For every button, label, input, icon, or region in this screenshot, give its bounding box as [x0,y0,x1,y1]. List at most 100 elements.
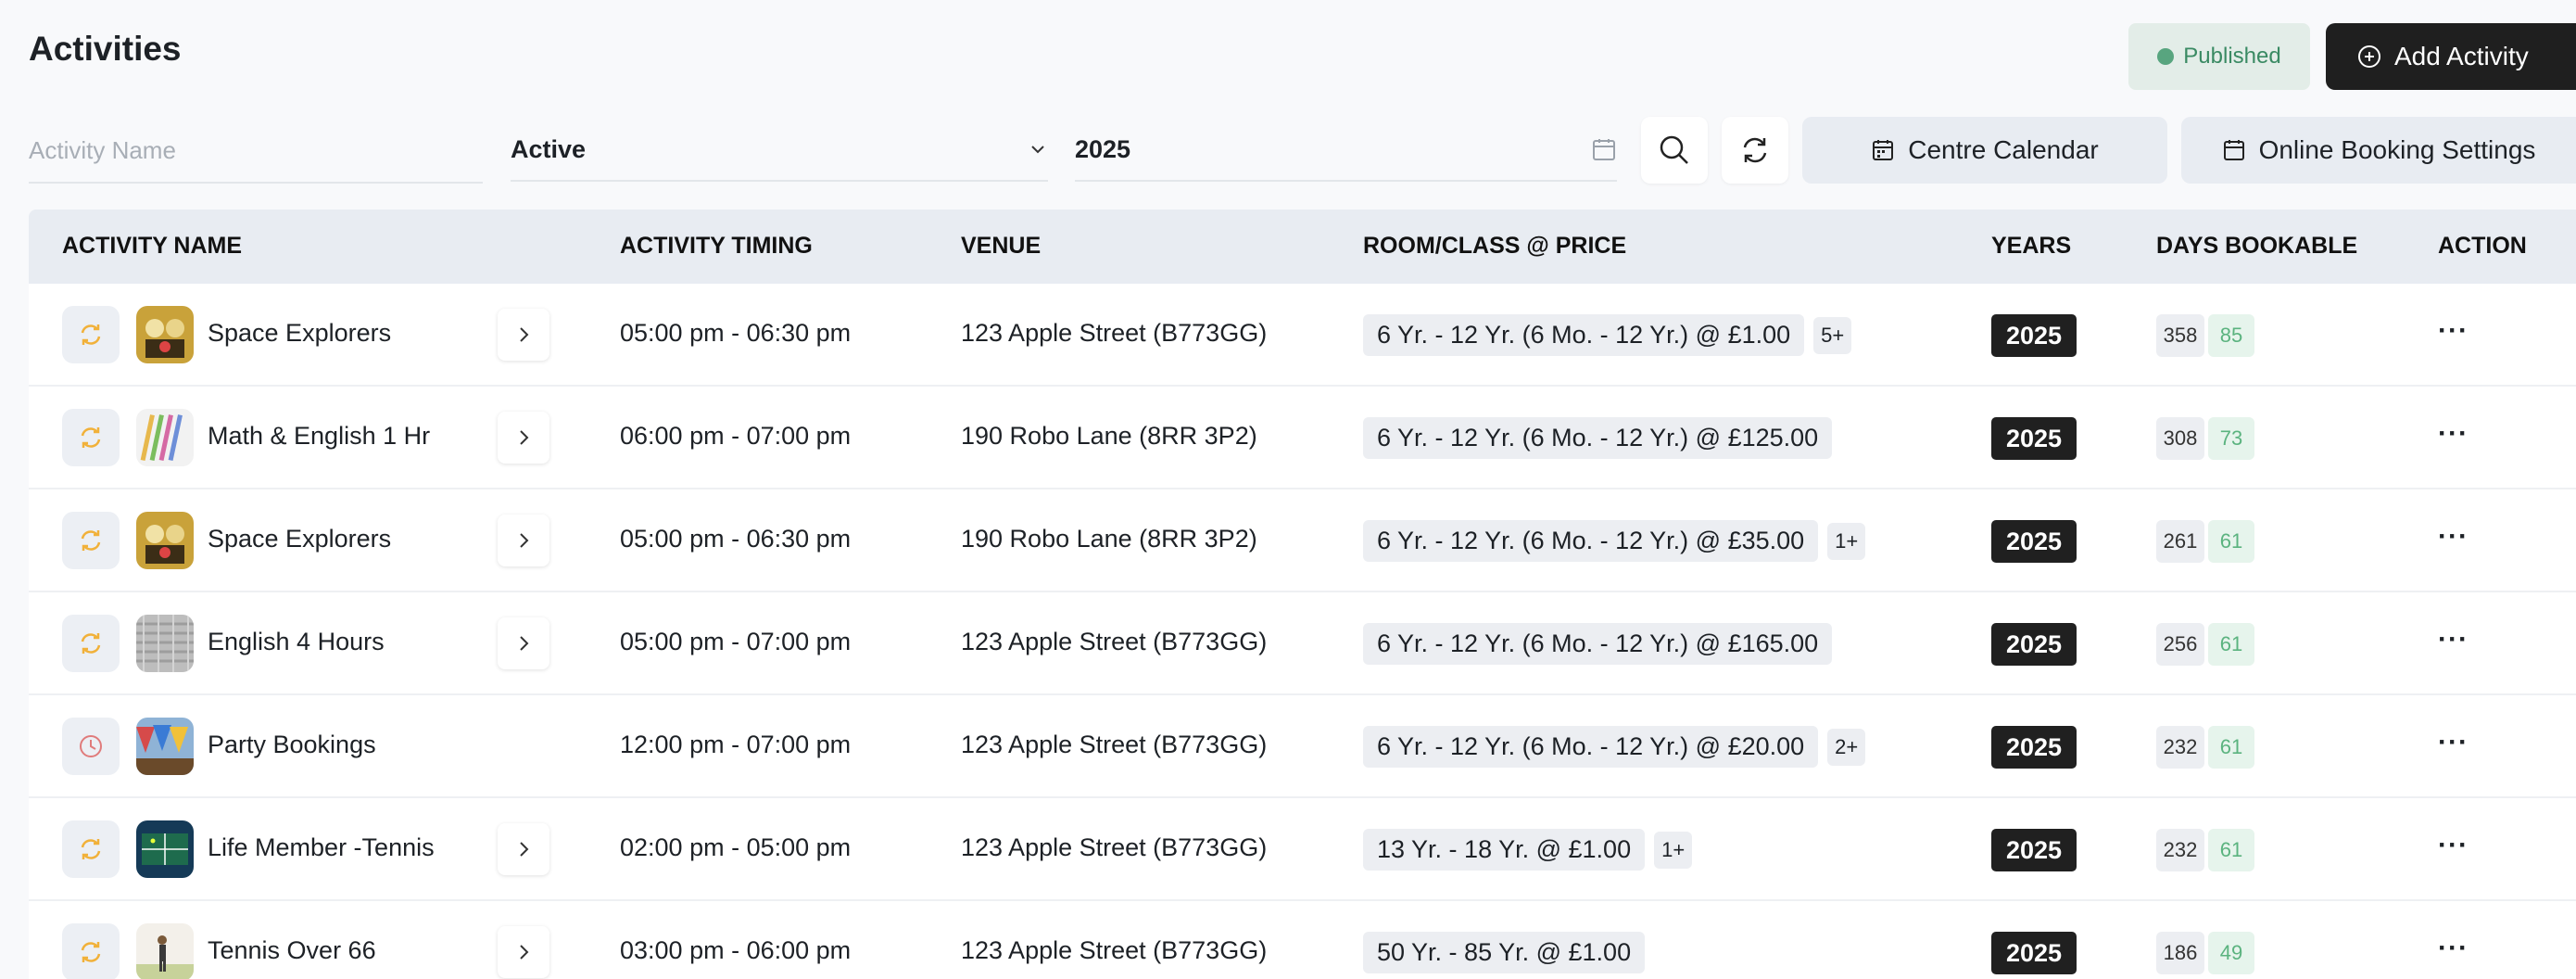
clock-icon [62,718,120,775]
room-class-price: 6 Yr. - 12 Yr. (6 Mo. - 12 Yr.) @ £20.00… [1363,726,1866,768]
activity-name-search-input[interactable] [29,119,483,184]
days-total: 232 [2156,829,2204,871]
centre-calendar-label: Centre Calendar [1908,135,2099,164]
days-total: 261 [2156,520,2204,563]
expand-row-button[interactable] [498,926,549,978]
days-remaining: 61 [2208,829,2254,871]
chevron-right-icon [520,636,529,651]
table-row[interactable]: English 4 Hours 05:00 pm - 07:00 pm 123 Ap… [29,592,2576,695]
table-row[interactable]: Party Bookings 12:00 pm - 07:00 pm 123 App… [29,695,2576,798]
table-header: ACTIVITY NAME ACTIVITY TIMING VENUE ROOM… [29,210,2576,284]
activity-name[interactable]: Life Member -Tennis [208,833,435,862]
row-actions-menu-icon[interactable]: ··· [2438,727,2469,758]
chevron-down-icon [1031,146,1044,154]
header-days-bookable[interactable]: DAYS BOOKABLE [2156,233,2357,260]
table-row[interactable]: Tennis Over 66 03:00 pm - 06:00 pm 123 App… [29,901,2576,979]
days-bookable: 308 73 [2156,417,2254,460]
year-badge: 2025 [1991,726,2077,769]
table-row[interactable]: Space Explorers 05:00 pm - 06:30 pm 190 Ro… [29,490,2576,592]
days-bookable: 261 61 [2156,520,2254,563]
activity-timing: 12:00 pm - 07:00 pm [620,731,852,758]
activity-timing: 05:00 pm - 06:30 pm [620,319,852,347]
expand-row-button[interactable] [498,412,549,464]
chevron-right-icon [520,430,529,445]
activity-timing: 03:00 pm - 06:00 pm [620,936,852,964]
row-actions-menu-icon[interactable]: ··· [2438,830,2469,861]
activity-thumbnail [136,409,194,466]
row-actions-menu-icon[interactable]: ··· [2438,521,2469,553]
activity-timing: 06:00 pm - 07:00 pm [620,422,852,450]
year-date-picker[interactable]: 2025 [1075,119,1617,182]
activity-name[interactable]: Tennis Over 66 [208,936,376,965]
days-total: 232 [2156,726,2204,769]
year-badge: 2025 [1991,829,2077,871]
row-actions-menu-icon[interactable]: ··· [2438,624,2469,655]
activity-thumbnail [136,615,194,672]
search-button[interactable] [1641,117,1708,184]
venue: 123 Apple Street (B773GG) [961,731,1268,758]
published-label: Published [2183,44,2281,69]
more-classes-badge[interactable]: 5+ [1813,316,1852,354]
header-activity-timing[interactable]: ACTIVITY TIMING [620,233,813,260]
expand-row-button[interactable] [498,309,549,361]
more-classes-badge[interactable]: 2+ [1827,728,1866,766]
price-tag: 6 Yr. - 12 Yr. (6 Mo. - 12 Yr.) @ £35.00 [1363,520,1819,562]
header-venue[interactable]: VENUE [961,233,1041,260]
expand-row-button[interactable] [498,823,549,875]
venue: 190 Robo Lane (8RR 3P2) [961,525,1257,553]
venue: 123 Apple Street (B773GG) [961,628,1268,655]
activity-name[interactable]: Space Explorers [208,525,391,553]
status-select-value: Active [511,134,587,163]
published-status-badge[interactable]: Published [2128,23,2310,90]
header-room-class-price[interactable]: ROOM/CLASS @ PRICE [1363,233,1626,260]
header-action: ACTION [2438,233,2527,259]
activity-name[interactable]: Party Bookings [208,731,376,759]
repeat-icon [62,923,120,979]
activity-name[interactable]: English 4 Hours [208,628,385,656]
venue: 190 Robo Lane (8RR 3P2) [961,422,1257,450]
more-classes-badge[interactable]: 1+ [1654,831,1693,869]
repeat-icon [62,512,120,569]
venue: 123 Apple Street (B773GG) [961,319,1268,347]
activity-name[interactable]: Space Explorers [208,319,391,348]
days-total: 186 [2156,932,2204,974]
header-years[interactable]: YEARS [1991,233,2071,260]
table-row[interactable]: Space Explorers 05:00 pm - 06:30 pm 123 Ap… [29,284,2576,387]
expand-row-button[interactable] [498,515,549,566]
year-picker-value: 2025 [1075,134,1131,163]
activity-thumbnail [136,718,194,775]
activity-name[interactable]: Math & English 1 Hr [208,422,430,451]
row-actions-menu-icon[interactable]: ··· [2438,933,2469,964]
activity-thumbnail [136,923,194,979]
calendar-icon[interactable] [1591,136,1617,162]
days-bookable: 232 61 [2156,726,2254,769]
venue: 123 Apple Street (B773GG) [961,833,1268,861]
centre-calendar-button[interactable]: Centre Calendar [1802,117,2167,184]
add-activity-label: Add Activity [2394,42,2529,70]
room-class-price: 6 Yr. - 12 Yr. (6 Mo. - 12 Yr.) @ £165.0… [1363,623,1833,665]
price-tag: 6 Yr. - 12 Yr. (6 Mo. - 12 Yr.) @ £1.00 [1363,314,1805,356]
chevron-right-icon [520,945,529,960]
add-activity-button[interactable]: Add Activity [2326,23,2576,90]
days-total: 308 [2156,417,2204,460]
room-class-price: 13 Yr. - 18 Yr. @ £1.00 1+ [1363,829,1693,871]
days-remaining: 73 [2208,417,2254,460]
year-badge: 2025 [1991,623,2077,666]
days-total: 256 [2156,623,2204,666]
expand-row-button[interactable] [498,617,549,669]
refresh-button[interactable] [1722,117,1788,184]
year-badge: 2025 [1991,932,2077,974]
online-booking-settings-button[interactable]: Online Booking Settings [2181,117,2576,184]
chevron-right-icon [520,533,529,548]
price-tag: 6 Yr. - 12 Yr. (6 Mo. - 12 Yr.) @ £125.0… [1363,417,1833,459]
header-activity-name[interactable]: ACTIVITY NAME [62,233,242,260]
room-class-price: 50 Yr. - 85 Yr. @ £1.00 [1363,932,1646,973]
days-bookable: 232 61 [2156,829,2254,871]
more-classes-badge[interactable]: 1+ [1827,522,1866,560]
table-row[interactable]: Math & English 1 Hr 06:00 pm - 07:00 pm 19… [29,387,2576,490]
activity-thumbnail [136,306,194,363]
row-actions-menu-icon[interactable]: ··· [2438,418,2469,450]
row-actions-menu-icon[interactable]: ··· [2438,315,2469,347]
status-select[interactable]: Active [511,119,1048,182]
table-row[interactable]: Life Member -Tennis 02:00 pm - 05:00 pm 12… [29,798,2576,901]
